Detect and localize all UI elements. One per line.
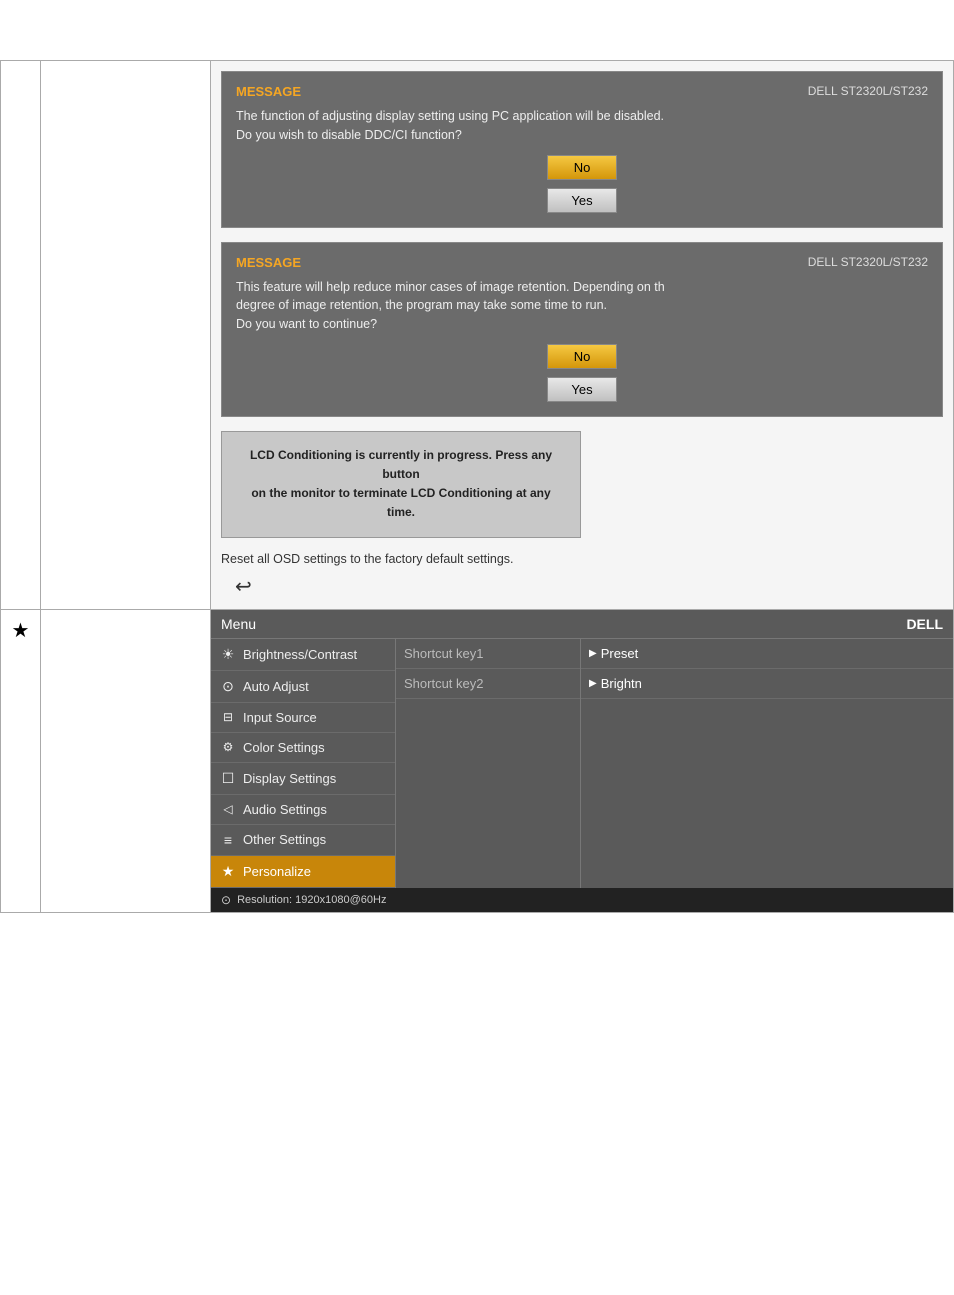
other-settings-icon: ≡ bbox=[219, 832, 237, 848]
display-settings-icon: ☐ bbox=[219, 770, 237, 787]
dialog1-text: The function of adjusting display settin… bbox=[236, 107, 928, 145]
star-icon: ★ bbox=[12, 620, 30, 642]
osd-shortcut2-label: Shortcut key2 bbox=[404, 676, 484, 691]
osd-footer-icon: ⊙ bbox=[221, 893, 231, 907]
row1-content-col: MESSAGE DELL ST2320L/ST232 The function … bbox=[211, 61, 954, 610]
dialog2-header: MESSAGE DELL ST2320L/ST232 bbox=[236, 255, 928, 270]
osd-item-audio-settings-label: Audio Settings bbox=[243, 802, 327, 817]
osd-item-audio-settings[interactable]: ◁ Audio Settings bbox=[211, 795, 395, 825]
arrow-right-icon-2: ▶ bbox=[589, 678, 597, 689]
dialog2-yes-button[interactable]: Yes bbox=[547, 377, 617, 402]
audio-settings-icon: ◁ bbox=[219, 802, 237, 816]
dialog1: MESSAGE DELL ST2320L/ST232 The function … bbox=[221, 71, 943, 228]
osd-shortcut1-row: Shortcut key1 bbox=[396, 639, 580, 669]
osd-shortcut1-value-row: ▶ Preset bbox=[581, 639, 953, 669]
dialog2-message-label: MESSAGE bbox=[236, 255, 301, 270]
dialog1-model: DELL ST2320L/ST232 bbox=[808, 84, 928, 98]
osd-item-color-settings[interactable]: ⚙ Color Settings bbox=[211, 733, 395, 763]
lcd-notice-line2: on the monitor to terminate LCD Conditio… bbox=[251, 486, 550, 519]
input-source-icon: ⊟ bbox=[219, 710, 237, 724]
osd-item-color-settings-label: Color Settings bbox=[243, 740, 325, 755]
dialog2-text-line1: This feature will help reduce minor case… bbox=[236, 280, 665, 294]
osd-menu-container: Menu DELL ☀ Brightness/Contrast ⊙ Auto A… bbox=[211, 609, 954, 912]
dialog1-text-line1: The function of adjusting display settin… bbox=[236, 109, 664, 123]
dialog1-text-line2: Do you wish to disable DDC/CI function? bbox=[236, 128, 462, 142]
row1-label-col bbox=[41, 61, 211, 610]
dialog2-text-line3: Do you want to continue? bbox=[236, 317, 377, 331]
undo-icon[interactable]: ↩ bbox=[235, 574, 943, 599]
brightness-contrast-icon: ☀ bbox=[219, 646, 237, 663]
osd-right-column: ▶ Preset ▶ Brightn bbox=[581, 639, 953, 888]
osd-shortcut2-value-text: Brightn bbox=[601, 676, 642, 691]
dialog1-yes-button[interactable]: Yes bbox=[547, 188, 617, 213]
osd-shortcut1-label: Shortcut key1 bbox=[404, 646, 484, 661]
dialog1-message-label: MESSAGE bbox=[236, 84, 301, 99]
osd-middle-column: Shortcut key1 Shortcut key2 bbox=[396, 639, 581, 888]
osd-item-auto-adjust-label: Auto Adjust bbox=[243, 679, 309, 694]
row2-label-col bbox=[41, 609, 211, 912]
osd-left-column: ☀ Brightness/Contrast ⊙ Auto Adjust ⊟ In… bbox=[211, 639, 396, 888]
osd-item-display-settings-label: Display Settings bbox=[243, 771, 336, 786]
dialog1-buttons: No Yes bbox=[236, 155, 928, 213]
osd-shortcut2-value-row: ▶ Brightn bbox=[581, 669, 953, 699]
osd-shortcut2-value: ▶ Brightn bbox=[589, 676, 642, 691]
row2-star-col: ★ bbox=[1, 609, 41, 912]
auto-adjust-icon: ⊙ bbox=[219, 678, 237, 695]
dialog2-text: This feature will help reduce minor case… bbox=[236, 278, 928, 334]
dialog1-no-button[interactable]: No bbox=[547, 155, 617, 180]
osd-brand: DELL bbox=[906, 616, 943, 632]
color-settings-icon: ⚙ bbox=[219, 740, 237, 754]
osd-item-personalize[interactable]: ★ Personalize bbox=[211, 856, 395, 888]
osd-item-input-source[interactable]: ⊟ Input Source bbox=[211, 703, 395, 733]
osd-footer: ⊙ Resolution: 1920x1080@60Hz bbox=[211, 888, 953, 912]
dialog2-text-line2: degree of image retention, the program m… bbox=[236, 298, 607, 312]
osd-item-brightness-contrast[interactable]: ☀ Brightness/Contrast bbox=[211, 639, 395, 671]
osd-item-input-source-label: Input Source bbox=[243, 710, 317, 725]
osd-menu: Menu DELL ☀ Brightness/Contrast ⊙ Auto A… bbox=[211, 610, 953, 912]
reset-text: Reset all OSD settings to the factory de… bbox=[221, 552, 943, 566]
dialog2-buttons: No Yes bbox=[236, 344, 928, 402]
dialog2-model: DELL ST2320L/ST232 bbox=[808, 255, 928, 269]
osd-title: Menu bbox=[221, 616, 256, 632]
row1-star-col bbox=[1, 61, 41, 610]
personalize-icon: ★ bbox=[219, 863, 237, 880]
osd-shortcut1-value: ▶ Preset bbox=[589, 646, 638, 661]
osd-footer-text: Resolution: 1920x1080@60Hz bbox=[237, 894, 386, 906]
dialog2: MESSAGE DELL ST2320L/ST232 This feature … bbox=[221, 242, 943, 417]
osd-item-display-settings[interactable]: ☐ Display Settings bbox=[211, 763, 395, 795]
lcd-notice: LCD Conditioning is currently in progres… bbox=[221, 431, 581, 538]
lcd-notice-line1: LCD Conditioning is currently in progres… bbox=[250, 448, 552, 481]
dialog2-no-button[interactable]: No bbox=[547, 344, 617, 369]
osd-item-brightness-contrast-label: Brightness/Contrast bbox=[243, 647, 357, 662]
osd-header: Menu DELL bbox=[211, 610, 953, 639]
dialog1-header: MESSAGE DELL ST2320L/ST232 bbox=[236, 84, 928, 99]
osd-item-personalize-label: Personalize bbox=[243, 864, 311, 879]
osd-item-other-settings-label: Other Settings bbox=[243, 832, 326, 847]
osd-shortcut1-value-text: Preset bbox=[601, 646, 639, 661]
arrow-right-icon-1: ▶ bbox=[589, 648, 597, 659]
osd-shortcut2-row: Shortcut key2 bbox=[396, 669, 580, 699]
osd-item-other-settings[interactable]: ≡ Other Settings bbox=[211, 825, 395, 856]
osd-menu-items: ☀ Brightness/Contrast ⊙ Auto Adjust ⊟ In… bbox=[211, 639, 953, 888]
osd-item-auto-adjust[interactable]: ⊙ Auto Adjust bbox=[211, 671, 395, 703]
